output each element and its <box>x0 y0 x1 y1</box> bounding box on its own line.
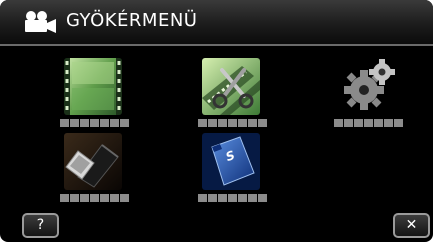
video-camera-icon <box>22 10 58 34</box>
close-icon: ✕ <box>405 217 418 233</box>
film-strip-icon <box>64 58 122 115</box>
close-button[interactable]: ✕ <box>393 213 430 238</box>
help-label: ? <box>36 217 45 233</box>
help-button[interactable]: ? <box>22 213 59 238</box>
item-label-placeholder <box>334 119 403 127</box>
gears-icon <box>338 58 396 115</box>
page-title: GYÖKÉRMENÜ <box>66 10 198 31</box>
header-bar: GYÖKÉRMENÜ <box>0 0 433 46</box>
hdmi-cable-icon <box>64 133 122 190</box>
scissors-film-icon <box>202 58 260 115</box>
item-label-placeholder <box>60 119 129 127</box>
item-label-placeholder <box>198 119 267 127</box>
item-label-placeholder <box>60 194 129 202</box>
sd-card-icon: S <box>202 133 260 190</box>
root-menu-screen: GYÖKÉRMENÜ S ? ✕ <box>0 0 433 242</box>
item-label-placeholder <box>198 194 267 202</box>
